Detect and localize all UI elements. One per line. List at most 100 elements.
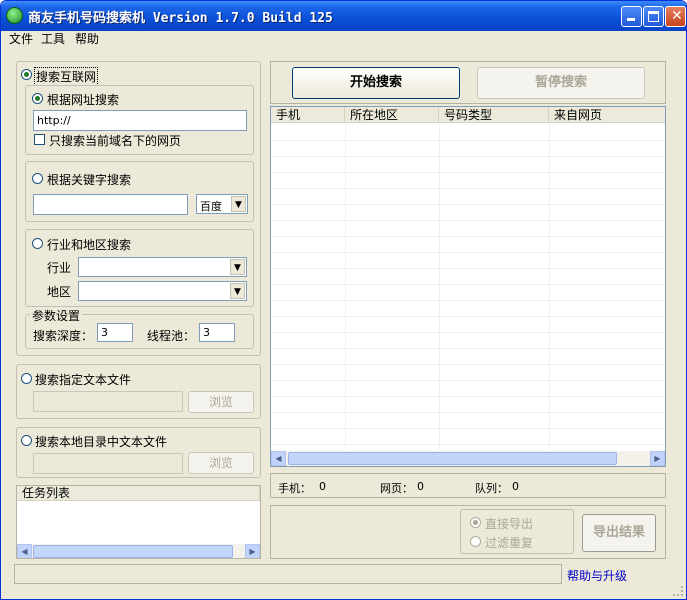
scroll-right-icon[interactable]: ▶ (245, 544, 260, 558)
queue-count-value: 0 (512, 480, 519, 493)
local-dir-path-input (33, 453, 183, 474)
grid-row-line (271, 156, 665, 157)
results-header: 手机 所在地区 号码类型 来自网页 (271, 107, 665, 123)
close-button[interactable]: ✕ (665, 6, 686, 27)
search-engine-value: 百度 (200, 200, 222, 213)
text-file-radio[interactable] (21, 373, 32, 384)
start-search-button[interactable]: 开始搜索 (292, 67, 460, 99)
industry-label: 行业 (47, 261, 72, 275)
page-count-label: 网页： (380, 482, 413, 495)
column-header[interactable]: 来自网页 (549, 107, 665, 123)
url-search-label[interactable]: 根据网址搜索 (47, 91, 119, 108)
menu-file[interactable]: 文件 (9, 30, 33, 47)
export-results-button[interactable]: 导出结果 (582, 514, 656, 552)
app-window: 商友手机号码搜索机 Version 1.7.0 Build 125 ✕ 文件 工… (0, 0, 687, 600)
internet-search-label[interactable]: 搜索互联网 (34, 67, 99, 86)
maximize-button[interactable] (643, 6, 664, 27)
industry-search-radio[interactable] (32, 238, 43, 249)
local-dir-browse-button[interactable]: 浏览 (188, 452, 254, 474)
depth-input[interactable]: 3 (97, 323, 133, 342)
keyword-search-label[interactable]: 根据关键字搜索 (47, 171, 131, 188)
column-header[interactable]: 号码类型 (439, 107, 549, 123)
stats-panel (270, 473, 666, 498)
task-list-header: 任务列表 (17, 486, 260, 501)
chevron-down-icon[interactable]: ▼ (230, 283, 245, 299)
menu-bar: 文件 工具 帮助 (1, 29, 686, 47)
direct-export-radio[interactable] (470, 517, 481, 528)
menu-help[interactable]: 帮助 (75, 30, 99, 47)
chevron-down-icon[interactable]: ▼ (231, 196, 246, 212)
scroll-thumb[interactable] (33, 545, 233, 558)
local-dir-label[interactable]: 搜索本地目录中文本文件 (35, 433, 167, 450)
phone-count-value: 0 (319, 480, 326, 493)
dedupe-radio[interactable] (470, 536, 481, 547)
url-input[interactable]: http:// (33, 110, 247, 131)
queue-count-label: 队列： (475, 482, 508, 495)
scroll-left-icon[interactable]: ◀ (271, 451, 286, 466)
grid-row-line (271, 396, 665, 397)
menu-tools[interactable]: 工具 (41, 30, 65, 47)
params-title: 参数设置 (30, 307, 83, 324)
phone-count-label: 手机： (278, 482, 311, 495)
text-file-path-input (33, 391, 183, 412)
grid-row-line (271, 284, 665, 285)
minimize-button[interactable] (621, 6, 642, 27)
window-title: 商友手机号码搜索机 Version 1.7.0 Build 125 (28, 11, 333, 26)
column-header[interactable]: 所在地区 (345, 107, 439, 123)
grid-row-line (271, 412, 665, 413)
depth-label: 搜索深度： (33, 329, 94, 343)
resize-grip-icon[interactable] (673, 586, 683, 596)
help-upgrade-link[interactable]: 帮助与升级 (567, 567, 627, 584)
grid-row-line (271, 204, 665, 205)
grid-row-line (271, 428, 665, 429)
status-bar (14, 564, 562, 584)
threads-input[interactable]: 3 (199, 323, 235, 342)
task-list[interactable]: 任务列表 ◀ ▶ (16, 485, 261, 559)
grid-column-line (345, 124, 346, 450)
grid-row-line (271, 236, 665, 237)
pause-search-button[interactable]: 暂停搜索 (477, 67, 645, 99)
grid-row-line (271, 220, 665, 221)
grid-row-line (271, 348, 665, 349)
domain-only-label[interactable]: 只搜索当前域名下的网页 (49, 132, 181, 149)
minimize-icon (627, 18, 635, 21)
task-list-title[interactable]: 任务列表 (17, 486, 260, 501)
keyword-input[interactable] (33, 194, 188, 215)
task-list-hscrollbar[interactable]: ◀ ▶ (17, 544, 260, 558)
text-file-browse-button[interactable]: 浏览 (188, 391, 254, 413)
title-bar[interactable]: 商友手机号码搜索机 Version 1.7.0 Build 125 ✕ (1, 1, 686, 31)
grid-row-line (271, 252, 665, 253)
local-dir-radio[interactable] (21, 435, 32, 446)
direct-export-label[interactable]: 直接导出 (485, 515, 533, 532)
industry-select[interactable]: ▼ (78, 257, 247, 277)
grid-row-line (271, 444, 665, 445)
grid-row-line (271, 332, 665, 333)
column-header[interactable]: 手机 (271, 107, 345, 123)
maximize-icon (648, 11, 659, 22)
domain-only-checkbox[interactable] (34, 134, 45, 145)
threads-label: 线程池： (147, 329, 196, 343)
grid-row-line (271, 268, 665, 269)
grid-row-line (271, 188, 665, 189)
results-hscrollbar[interactable]: ◀ ▶ (271, 451, 665, 466)
grid-row-line (271, 140, 665, 141)
industry-search-label[interactable]: 行业和地区搜索 (47, 236, 131, 253)
chevron-down-icon[interactable]: ▼ (230, 259, 245, 275)
scroll-thumb[interactable] (288, 452, 617, 465)
grid-column-line (549, 124, 550, 450)
grid-row-line (271, 364, 665, 365)
grid-column-line (439, 124, 440, 450)
grid-row-line (271, 172, 665, 173)
scroll-right-icon[interactable]: ▶ (650, 451, 665, 466)
search-engine-select[interactable]: 百度 ▼ (196, 194, 248, 214)
region-select[interactable]: ▼ (78, 281, 247, 301)
results-table[interactable]: 手机 所在地区 号码类型 来自网页 ◀ ▶ (270, 106, 666, 467)
dedupe-label[interactable]: 过滤重复 (485, 534, 533, 551)
text-file-label[interactable]: 搜索指定文本文件 (35, 371, 131, 388)
scroll-left-icon[interactable]: ◀ (17, 544, 32, 558)
region-label: 地区 (47, 285, 72, 299)
keyword-search-radio[interactable] (32, 173, 43, 184)
url-search-radio[interactable] (32, 93, 43, 104)
page-count-value: 0 (417, 480, 424, 493)
internet-search-radio[interactable] (21, 69, 32, 80)
